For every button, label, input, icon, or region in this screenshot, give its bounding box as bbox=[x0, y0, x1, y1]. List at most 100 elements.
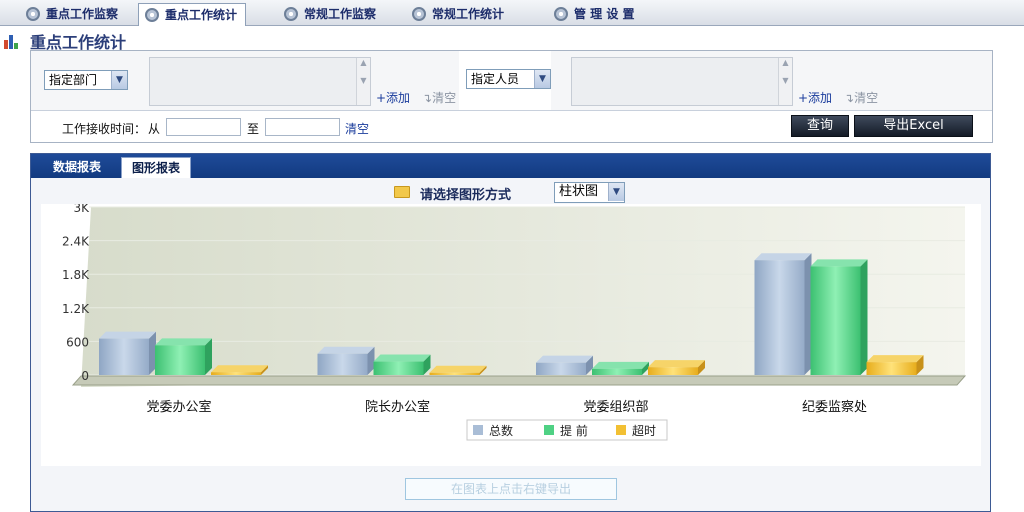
bar[interactable] bbox=[866, 355, 924, 375]
bar-side bbox=[149, 331, 156, 375]
y-tick-label: 3K bbox=[73, 204, 90, 215]
top-nav-bar: 重点工作监察 重点工作统计 常规工作监察 常规工作统计 管 理 设 置 bbox=[0, 0, 1024, 26]
report-tabs: 数据报表 图形报表 bbox=[31, 154, 990, 178]
bar-top bbox=[99, 331, 156, 339]
tab-label: 重点工作统计 bbox=[165, 8, 238, 22]
bar-face bbox=[754, 260, 805, 375]
legend-label: 总数 bbox=[489, 423, 513, 438]
scrollbar[interactable]: ▲ ▼ bbox=[778, 58, 792, 105]
query-button[interactable]: 查询 bbox=[791, 115, 849, 137]
export-tip: 在图表上点击右键导出 bbox=[405, 478, 617, 500]
bar[interactable] bbox=[592, 361, 649, 375]
start-date-input[interactable] bbox=[166, 118, 241, 136]
bar-face bbox=[155, 345, 205, 375]
dept-clear-label: 清空 bbox=[432, 91, 457, 105]
person-select[interactable]: 指定人员 ▼ bbox=[466, 69, 551, 89]
bar-face bbox=[429, 372, 480, 375]
export-excel-button[interactable]: 导出Excel bbox=[854, 115, 973, 137]
bar-top bbox=[155, 338, 212, 346]
tab-label: 重点工作监察 bbox=[46, 7, 119, 21]
bar-face bbox=[648, 367, 698, 375]
bar-top bbox=[429, 365, 487, 373]
person-clear-label: 清空 bbox=[854, 91, 879, 105]
bar-top bbox=[810, 259, 868, 267]
x-axis-labels: 党委办公室 院长办公室 党委组织部 纪委监察处 bbox=[146, 399, 867, 415]
x-category-label: 院长办公室 bbox=[365, 399, 430, 415]
chevron-down-icon: ▼ bbox=[111, 71, 127, 89]
bar-face bbox=[866, 362, 917, 375]
bar-top bbox=[211, 365, 268, 373]
legend-label: 超时 bbox=[632, 423, 656, 438]
chart-type-select[interactable]: 柱状图 ▼ bbox=[554, 182, 625, 203]
bar[interactable] bbox=[211, 365, 268, 375]
x-category-label: 纪委监察处 bbox=[802, 400, 867, 415]
gear-icon bbox=[412, 7, 426, 21]
x-category-label: 党委办公室 bbox=[146, 399, 211, 415]
tab-chart-report[interactable]: 图形报表 bbox=[121, 157, 192, 178]
bar-face bbox=[810, 266, 861, 375]
clear-icon: ↴ bbox=[422, 91, 433, 105]
scrollbar[interactable]: ▲ ▼ bbox=[356, 58, 370, 105]
legend-label: 提 前 bbox=[560, 423, 588, 438]
gear-icon bbox=[26, 7, 40, 21]
bar-side bbox=[804, 253, 812, 375]
receive-time-label: 工作接收时间： bbox=[62, 122, 147, 136]
bar[interactable] bbox=[754, 253, 812, 375]
bar-top bbox=[754, 253, 812, 261]
report-body: 请选择图形方式 柱状图 ▼ 0 600 1.2K 1.8K 2.4K 3K 党委… bbox=[31, 178, 990, 511]
person-add-link[interactable]: +添加 bbox=[798, 89, 832, 106]
person-clear-link[interactable]: ↴清空 bbox=[844, 89, 878, 106]
bar-top bbox=[592, 361, 649, 369]
bar-face bbox=[592, 368, 642, 375]
bar[interactable] bbox=[317, 346, 375, 375]
x-category-label: 党委组织部 bbox=[583, 400, 648, 415]
report-container: 数据报表 图形报表 请选择图形方式 柱状图 ▼ 0 600 1.2K 1.8K … bbox=[30, 153, 991, 512]
tab-label: 常规工作统计 bbox=[432, 7, 505, 21]
gear-icon bbox=[284, 7, 298, 21]
tab-data-report[interactable]: 数据报表 bbox=[43, 157, 111, 178]
dept-list-box[interactable]: ▲ ▼ bbox=[149, 57, 371, 106]
gear-icon bbox=[554, 7, 568, 21]
person-list-box[interactable]: ▲ ▼ bbox=[571, 57, 793, 106]
chart-legend: 总数 提 前 超时 bbox=[466, 419, 668, 441]
bar[interactable] bbox=[155, 338, 212, 375]
dept-add-link[interactable]: +添加 bbox=[376, 89, 410, 106]
tab-routine-work-monitor[interactable]: 常规工作监察 bbox=[284, 3, 376, 26]
legend-swatch bbox=[473, 425, 483, 435]
tab-key-work-monitor[interactable]: 重点工作监察 bbox=[26, 3, 118, 26]
bar-top bbox=[866, 355, 924, 363]
dept-select[interactable]: 指定部门 ▼ bbox=[44, 70, 128, 90]
bar[interactable] bbox=[99, 331, 156, 375]
clear-icon: ↴ bbox=[844, 91, 855, 105]
tab-key-work-stats[interactable]: 重点工作统计 bbox=[138, 3, 247, 26]
chart-type-label: 请选择图形方式 bbox=[420, 188, 512, 203]
chevron-down-icon: ▼ bbox=[534, 70, 550, 88]
y-tick-label: 1.8K bbox=[62, 268, 90, 282]
bar-face bbox=[317, 353, 368, 375]
bar[interactable] bbox=[373, 354, 431, 375]
bar-top bbox=[648, 360, 705, 368]
end-date-input[interactable] bbox=[265, 118, 340, 136]
bar[interactable] bbox=[810, 259, 868, 375]
bar[interactable] bbox=[429, 365, 487, 375]
dept-clear-link[interactable]: ↴清空 bbox=[422, 89, 456, 106]
person-select-value: 指定人员 bbox=[471, 72, 520, 86]
bar-face bbox=[99, 338, 149, 375]
from-label: 从 bbox=[148, 122, 161, 136]
tab-management-settings[interactable]: 管 理 设 置 bbox=[554, 3, 635, 26]
bar[interactable] bbox=[648, 360, 705, 375]
y-tick-label: 600 bbox=[66, 335, 89, 349]
bar-face bbox=[536, 362, 586, 375]
bar-face bbox=[373, 361, 424, 375]
bar-face bbox=[211, 372, 261, 375]
bar-chart[interactable]: 06001.2K1.8K2.4K3K 党委办公室 院长办公室 党委组织部 纪委监察处 … bbox=[41, 201, 981, 466]
page-title: 重点工作统计 bbox=[4, 29, 126, 52]
gear-icon bbox=[145, 8, 159, 22]
time-clear-link[interactable]: 清空 bbox=[345, 120, 369, 137]
bar[interactable] bbox=[536, 355, 593, 375]
plot-floor bbox=[71, 375, 967, 386]
tab-routine-work-stats[interactable]: 常规工作统计 bbox=[412, 3, 504, 26]
y-tick-label: 2.4K bbox=[62, 235, 90, 249]
chart-area[interactable]: 0 600 1.2K 1.8K 2.4K 3K 党委办公室 院长办公室 党委组织部 纪委监察处 … bbox=[41, 201, 981, 466]
tab-label: 管 理 设 置 bbox=[574, 7, 635, 21]
